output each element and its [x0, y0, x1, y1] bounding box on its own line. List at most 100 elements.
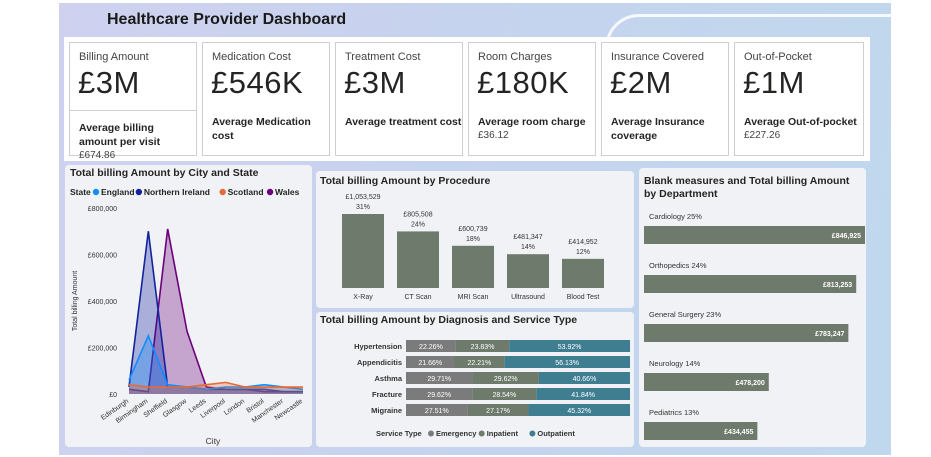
legend-item-wales: Wales: [275, 187, 300, 197]
department-value-label: £813,253: [823, 282, 852, 289]
x-axis-title: City: [206, 436, 221, 446]
diagnosis-category-label: Appendicitis: [357, 358, 402, 367]
procedure-bar: [342, 214, 384, 288]
diagnosis-segment-label: 40.66%: [573, 376, 597, 383]
kpi-card-billing[interactable]: Billing Amount £3M Average billing amoun…: [69, 42, 197, 161]
city-state-title: Total billing Amount by City and State: [70, 167, 259, 179]
procedure-value-label: £481,347: [513, 234, 542, 241]
department-label: Neurology 14%: [649, 359, 701, 368]
y-axis-title: Total billing Amount: [72, 271, 79, 331]
procedure-pct-label: 14%: [521, 244, 535, 251]
kpi-value: £1M: [743, 65, 805, 100]
kpi-label: Billing Amount: [79, 51, 149, 63]
procedure-category-label: Blood Test: [567, 294, 600, 301]
diagnosis-segment-label: 27.51%: [425, 408, 449, 415]
kpi-value: £180K: [477, 65, 570, 100]
diagnosis-segment-label: 41.84%: [571, 392, 595, 399]
kpi-label: Treatment Cost: [345, 51, 421, 63]
procedure-pct-label: 18%: [466, 236, 480, 243]
y-tick-label: £800,000: [88, 206, 117, 213]
kpi-sub-label: Average billing amount per visit: [79, 122, 161, 148]
legend-item-inpatient: Inpatient: [487, 429, 519, 438]
y-tick-label: £400,000: [88, 299, 117, 306]
kpi-value: £3M: [344, 65, 406, 100]
procedure-bar: [507, 254, 549, 288]
legend-title: State: [70, 187, 91, 197]
department-label: Pediatrics 13%: [649, 408, 699, 417]
kpi-sub-value: £674.86: [79, 150, 116, 161]
legend-item-northern-ireland: Northern Ireland: [144, 187, 210, 197]
diagnosis-title: Total billing Amount by Diagnosis and Se…: [320, 314, 578, 326]
diagnosis-segment-label: 22.21%: [468, 360, 492, 367]
kpi-sub-label: Average treatment cost: [345, 116, 462, 128]
diagnosis-segment-label: 28.54%: [492, 392, 516, 399]
diagnosis-segment-label: 22.26%: [419, 344, 443, 351]
procedure-pct-label: 31%: [356, 204, 370, 211]
legend-item-england: England: [101, 187, 135, 197]
kpi-subtitle: Average Insurance coverage: [611, 115, 729, 143]
diagnosis-segment-label: 29.62%: [427, 392, 451, 399]
procedure-bar: [397, 231, 439, 288]
kpi-sub-label: Average room charge: [478, 116, 586, 128]
kpi-label: Insurance Covered: [611, 51, 704, 63]
legend-marker: [135, 188, 143, 196]
diagnosis-segment-label: 56.13%: [555, 360, 579, 367]
kpi-label: Room Charges: [478, 51, 552, 63]
procedure-category-label: Ultrasound: [511, 294, 545, 301]
procedure-title: Total billing Amount by Procedure: [320, 175, 491, 187]
kpi-subtitle: Average treatment cost: [345, 115, 461, 129]
procedure-value-label: £805,508: [403, 211, 432, 218]
kpi-sub-value: £36.12: [478, 130, 509, 141]
department-label: General Surgery 23%: [649, 310, 721, 319]
legend-marker: [428, 430, 434, 437]
legend-item-scotland: Scotland: [228, 187, 264, 197]
kpi-label: Medication Cost: [212, 51, 291, 63]
kpi-card-insurance[interactable]: Insurance Covered £2M Average Insurance …: [601, 42, 729, 156]
procedure-value-label: £600,739: [458, 226, 487, 233]
diagnosis-chart: Hypertension 22.26% 23.83% 53.92% Appendicit…: [354, 340, 631, 438]
procedure-value-label: £414,952: [568, 239, 597, 246]
y-tick-label: £0: [109, 392, 117, 399]
kpi-subtitle: Average Out-of-pocket £227.26: [744, 115, 857, 143]
department-value-label: £434,455: [724, 429, 753, 436]
legend-item-outpatient: Outpatient: [537, 429, 575, 438]
kpi-sub-label: Average Medication cost: [212, 116, 311, 142]
legend-marker: [529, 430, 536, 437]
kpi-card-medication[interactable]: Medication Cost £546K Average Medication…: [202, 42, 330, 156]
diagnosis-category-label: Migraine: [371, 406, 402, 415]
legend-marker: [219, 188, 226, 196]
kpi-sub-label: Average Insurance coverage: [611, 116, 705, 142]
procedure-bar: [452, 245, 494, 288]
diagnosis-segment-label: 21.66%: [418, 360, 442, 367]
kpi-sub-label: Average Out-of-pocket: [744, 116, 857, 128]
department-value-label: £846,925: [832, 233, 861, 240]
department-label: Orthopedics 24%: [649, 261, 707, 270]
diagnosis-segment-label: 27.17%: [486, 408, 510, 415]
procedure-chart: £1,053,529 31% X-Ray £805,508 24% CT Scan £600…: [342, 194, 604, 301]
diagnosis-category-label: Hypertension: [354, 342, 402, 351]
kpi-subtitle: Average billing amount per visit £674.86: [79, 121, 189, 163]
kpi-card-out-of-pocket[interactable]: Out-of-Pocket £1M Average Out-of-pocket £…: [734, 42, 864, 156]
y-tick-label: £600,000: [88, 253, 117, 260]
page-title: Healthcare Provider Dashboard: [107, 11, 347, 28]
procedure-category-label: X-Ray: [353, 294, 373, 301]
procedure-category-label: CT Scan: [404, 294, 431, 301]
legend-marker: [266, 188, 274, 196]
kpi-card-room[interactable]: Room Charges £180K Average room charge £3…: [468, 42, 596, 156]
diagnosis-legend-title: Service Type: [376, 429, 422, 438]
department-value-label: £783,247: [815, 331, 844, 338]
kpi-subtitle: Average room charge £36.12: [478, 115, 586, 143]
department-label: Cardiology 25%: [649, 212, 702, 221]
kpi-value: £3M: [78, 65, 140, 100]
kpi-label: Out-of-Pocket: [744, 51, 812, 63]
kpi-value: £2M: [610, 65, 672, 100]
diagnosis-category-label: Fracture: [372, 390, 402, 399]
legend-marker: [478, 430, 485, 437]
kpi-card-treatment[interactable]: Treatment Cost £3M Average treatment cos…: [335, 42, 463, 156]
diagnosis-segment-label: 45.32%: [567, 408, 591, 415]
kpi-sub-value: £227.26: [744, 130, 781, 141]
procedure-pct-label: 24%: [411, 221, 425, 228]
kpi-subtitle: Average Medication cost: [212, 115, 329, 143]
procedure-pct-label: 12%: [576, 249, 590, 256]
legend-marker: [92, 188, 100, 196]
